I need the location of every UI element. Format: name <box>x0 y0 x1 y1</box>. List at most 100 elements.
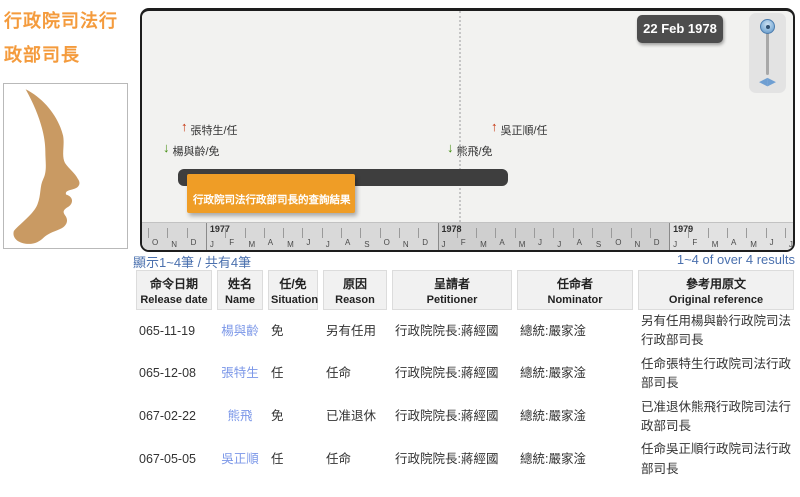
axis-month-label: D <box>422 238 428 247</box>
axis-month-tick <box>380 228 381 238</box>
current-date-bubble: 22 Feb 1978 <box>637 15 723 43</box>
axis-month-label: J <box>557 240 561 249</box>
axis-month-label: J <box>326 240 330 249</box>
cell-release-date: 067-02-22 <box>136 396 212 439</box>
axis-month-tick <box>418 228 419 238</box>
axis-month-label: M <box>287 240 294 249</box>
page-title: 行政院司法行 政部司長 <box>4 4 136 72</box>
table-row: 067-05-05 吳正順 任 任命 行政院院長:蔣經國 總統:嚴家淦 任命吳正… <box>136 438 794 481</box>
cell-release-date: 067-05-05 <box>136 438 212 481</box>
cell-situation: 任 <box>268 438 318 481</box>
axis-year-label: 1979 <box>673 224 693 234</box>
axis-month-tick <box>766 228 767 238</box>
table-row: 065-11-19 楊與齡 免 另有任用 行政院院長:蔣經國 總統:嚴家淦 另有… <box>136 310 794 353</box>
axis-month-label: N <box>635 240 641 249</box>
header-petitioner: 呈請者Petitioner <box>392 270 512 310</box>
person-link[interactable]: 楊與齡 <box>221 324 259 338</box>
cell-reason: 另有任用 <box>323 310 387 353</box>
timeline-event-wu-appoint[interactable]: ↑吳正順/任 <box>491 122 548 138</box>
profile-face-logo <box>3 83 128 249</box>
timeline-zoom-widget[interactable]: ◀▶ <box>749 13 786 93</box>
person-link[interactable]: 張特生 <box>221 366 259 380</box>
axis-month-label: M <box>480 240 487 249</box>
timeline-axis[interactable]: ONDJFMAMJJASONDJFMAMJJASONDJFMAMJJ197719… <box>142 222 793 250</box>
pan-left-arrow-icon[interactable]: ◀ <box>759 76 767 88</box>
cell-reason: 任命 <box>323 353 387 396</box>
cell-situation: 任 <box>268 353 318 396</box>
axis-month-tick <box>399 228 400 238</box>
axis-month-tick <box>573 228 574 238</box>
axis-year-tick <box>206 223 207 251</box>
zoom-slider-knob[interactable] <box>760 19 775 34</box>
page-title-line1: 行政院司法行 <box>4 4 136 38</box>
zoom-knob-dot <box>766 25 770 29</box>
axis-year-tick <box>669 223 670 251</box>
axis-month-label: A <box>345 238 350 247</box>
cell-petitioner: 行政院院長:蔣經國 <box>392 310 512 353</box>
cell-petitioner: 行政院院長:蔣經國 <box>392 353 512 396</box>
results-table: 命令日期Release date 姓名Name 任/免Situation 原因R… <box>131 270 799 481</box>
axis-month-tick <box>283 228 284 238</box>
person-link[interactable]: 熊飛 <box>227 409 252 423</box>
current-date-line <box>459 11 461 222</box>
axis-month-label: F <box>692 238 697 247</box>
table-row: 065-12-08 張特生 任 任命 行政院院長:蔣經國 總統:嚴家淦 任命張特… <box>136 353 794 396</box>
axis-month-tick <box>534 228 535 238</box>
cell-nominator: 總統:嚴家淦 <box>517 310 633 353</box>
header-nominator: 任命者Nominator <box>517 270 633 310</box>
results-count-en: 1~4 of over 4 results <box>677 252 795 267</box>
axis-month-tick <box>592 228 593 238</box>
axis-month-tick <box>245 228 246 238</box>
query-result-tooltip: 行政院司法行政部司長的查詢結果 <box>187 174 355 213</box>
axis-month-label: N <box>403 240 409 249</box>
axis-month-tick <box>360 228 361 238</box>
axis-month-label: J <box>210 240 214 249</box>
axis-month-tick <box>650 228 651 238</box>
axis-year-tick <box>438 223 439 251</box>
axis-month-label: J <box>442 240 446 249</box>
cell-petitioner: 行政院院長:蔣經國 <box>392 438 512 481</box>
cell-reason: 已准退休 <box>323 396 387 439</box>
axis-month-tick <box>495 228 496 238</box>
cell-nominator: 總統:嚴家淦 <box>517 353 633 396</box>
table-header-row: 命令日期Release date 姓名Name 任/免Situation 原因R… <box>136 270 794 310</box>
cell-situation: 免 <box>268 310 318 353</box>
cell-original-reference: 任命張特生行政院司法行政部司長 <box>638 353 794 396</box>
axis-month-label: D <box>654 238 660 247</box>
profile-face-icon <box>4 84 127 248</box>
axis-month-tick <box>746 228 747 238</box>
event-label: 楊與齡/免 <box>173 146 220 158</box>
axis-month-label: J <box>770 238 774 247</box>
page-title-line2: 政部司長 <box>4 38 136 72</box>
axis-month-label: M <box>712 240 719 249</box>
pan-right-arrow-icon[interactable]: ▶ <box>768 76 776 88</box>
axis-month-tick <box>708 228 709 238</box>
dismiss-arrow-icon: ↓ <box>447 140 454 155</box>
person-link[interactable]: 吳正順 <box>221 452 259 466</box>
results-bar: 顯示1~4筆 / 共有4筆 1~4 of over 4 results <box>133 252 795 268</box>
cell-reason: 任命 <box>323 438 387 481</box>
header-name: 姓名Name <box>217 270 263 310</box>
axis-year-label: 1977 <box>210 224 230 234</box>
axis-month-tick <box>611 228 612 238</box>
header-original-reference: 參考用原文Original reference <box>638 270 794 310</box>
axis-month-tick <box>167 228 168 238</box>
axis-month-label: O <box>615 238 621 247</box>
header-situation: 任/免Situation <box>268 270 318 310</box>
axis-month-tick <box>727 228 728 238</box>
timeline-event-zhang-appoint[interactable]: ↑張特生/任 <box>181 122 238 138</box>
axis-month-tick <box>341 228 342 238</box>
axis-month-label: A <box>731 238 736 247</box>
axis-month-label: M <box>750 240 757 249</box>
axis-month-tick <box>476 228 477 238</box>
timeline-event-xiong-dismiss[interactable]: ↓熊飛/免 <box>447 143 493 159</box>
cell-original-reference: 任命吳正順行政院司法行政部司長 <box>638 438 794 481</box>
axis-month-label: O <box>384 238 390 247</box>
event-label: 吳正順/任 <box>501 125 548 137</box>
cell-situation: 免 <box>268 396 318 439</box>
axis-month-label: A <box>499 238 504 247</box>
cell-name: 張特生 <box>217 353 263 396</box>
timeline-event-yang-dismiss[interactable]: ↓楊與齡/免 <box>163 143 220 159</box>
timeline-panel[interactable]: 行政院司法行政部司長的查詢結果 ↓楊與齡/免 ↑張特生/任 ↓熊飛/免 ↑吳正順… <box>140 8 795 252</box>
axis-month-label: J <box>306 238 310 247</box>
